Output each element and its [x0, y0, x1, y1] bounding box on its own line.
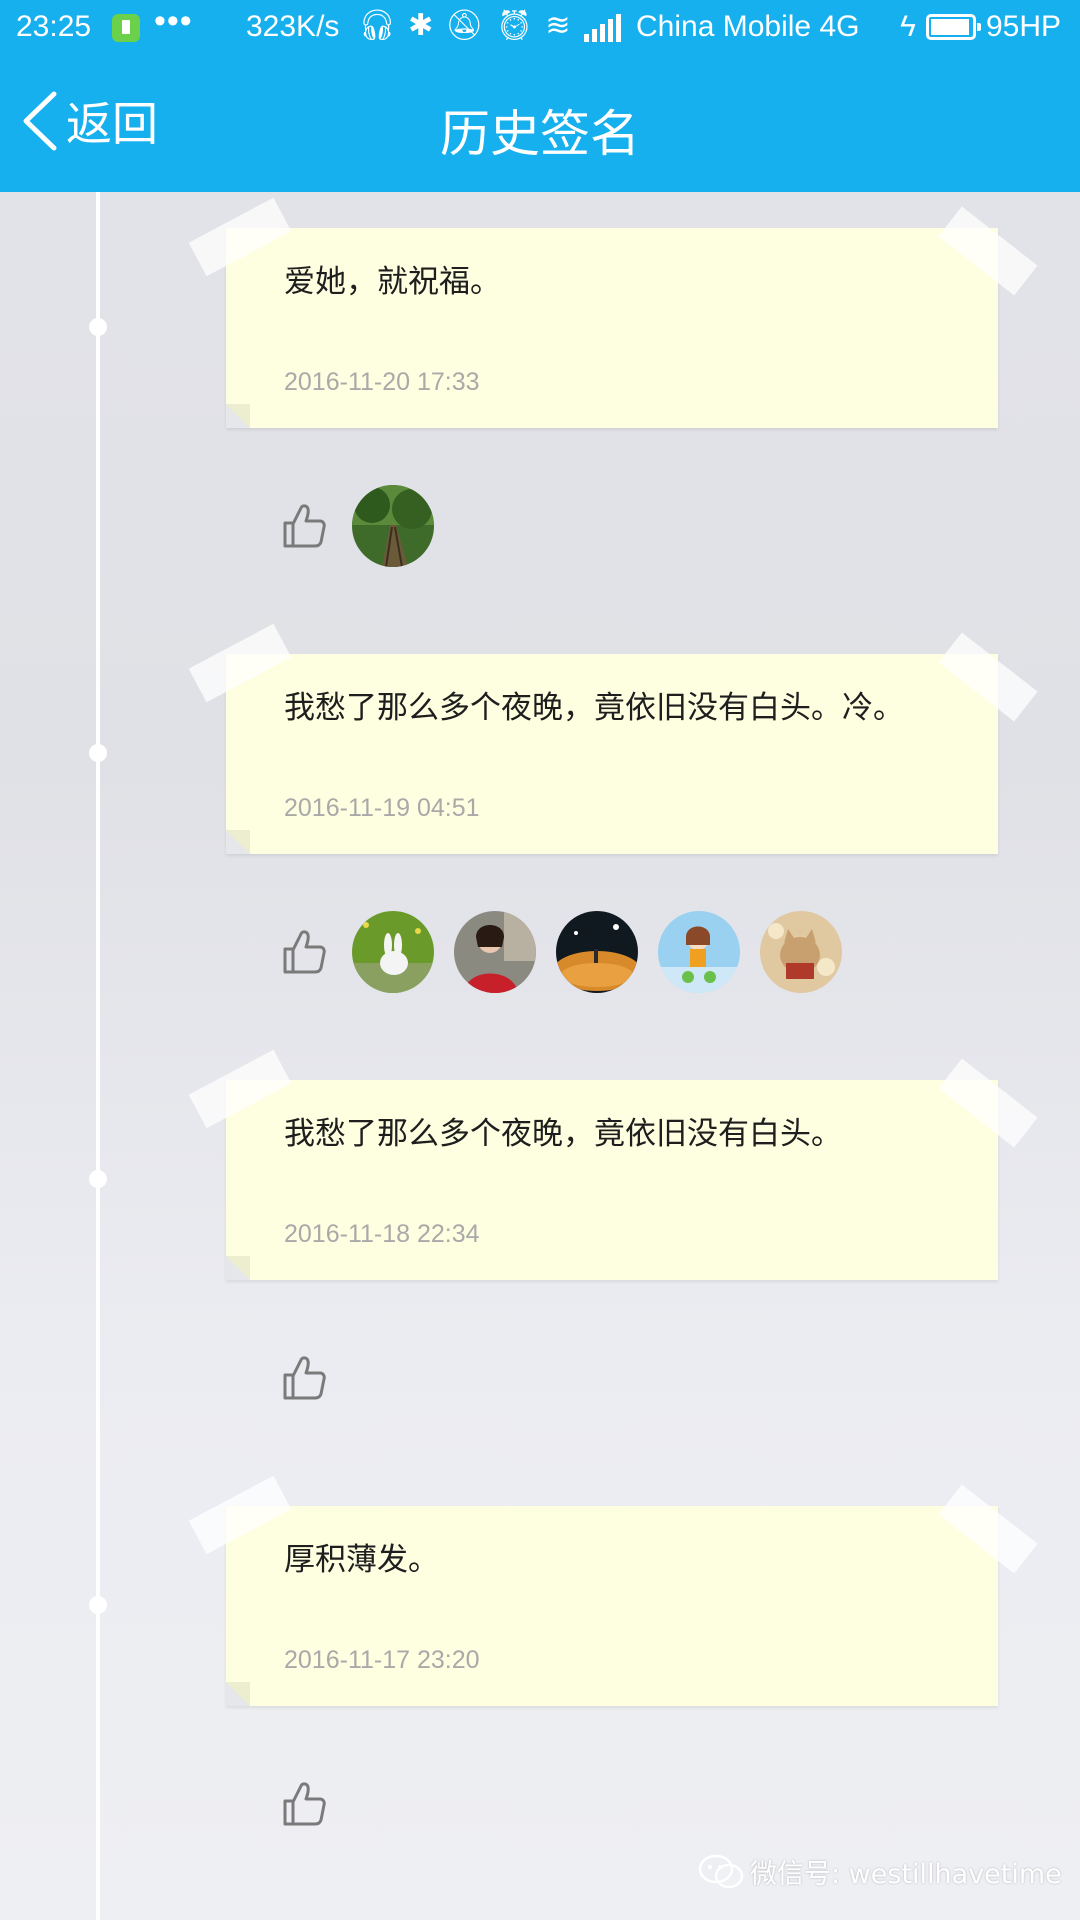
signature-text: 我愁了那么多个夜晚，竟依旧没有白头。冷。 [284, 690, 904, 726]
likes-row [282, 1762, 352, 1846]
signature-text: 爱她，就祝福。 [284, 264, 501, 300]
top-bar: 23:25 ••• 323K/s 🎧︎✱🔕︎⏰︎≋ China Mobile 4… [0, 0, 1080, 192]
tape-decoration [938, 1058, 1038, 1148]
page-fold-decoration [226, 1256, 250, 1280]
tape-decoration [938, 206, 1038, 296]
signature-card[interactable]: 我愁了那么多个夜晚，竟依旧没有白头。 2016-11-18 22:34 [188, 1049, 1038, 1280]
wifi-icon: ≋ [545, 9, 583, 42]
headphones-icon: 🎧︎ [358, 9, 409, 42]
bluetooth-icon: ✱ [408, 9, 446, 42]
thumbs-up-icon[interactable] [282, 1355, 326, 1401]
page-fold-decoration [226, 830, 250, 854]
tape-decoration [188, 1049, 292, 1129]
watermark-text: 微信号: westillhavetime [750, 1859, 1062, 1890]
girl-red-jacket-avatar[interactable] [454, 911, 536, 993]
wechat-watermark: 微信号: westillhavetime [698, 1852, 1062, 1891]
charging-icon: ϟ [900, 10, 916, 43]
more-notifications-icon: ••• [154, 2, 193, 40]
tape-decoration [188, 623, 292, 703]
signal-icon [584, 14, 622, 42]
thumbs-up-icon[interactable] [282, 929, 326, 975]
battery-icon [926, 14, 981, 40]
status-time: 23:25 [16, 10, 92, 43]
status-bar: 23:25 ••• 323K/s 🎧︎✱🔕︎⏰︎≋ China Mobile 4… [0, 0, 1080, 56]
signature-date: 2016-11-17 23:20 [284, 1646, 480, 1674]
status-icons: 🎧︎✱🔕︎⏰︎≋ [358, 8, 583, 43]
kitten-avatar[interactable] [760, 911, 842, 993]
signature-card[interactable]: 我愁了那么多个夜晚，竟依旧没有白头。冷。 2016-11-19 04:51 [188, 623, 1038, 854]
page-fold-decoration [226, 404, 250, 428]
battery-level: 95HP [986, 10, 1062, 43]
carrier-name: China Mobile 4G [636, 10, 859, 44]
likes-row [282, 1336, 352, 1420]
timeline-dot [89, 318, 107, 336]
thumbs-up-icon[interactable] [282, 1781, 326, 1827]
thumbs-up-icon[interactable] [282, 503, 326, 549]
vibrate-off-icon: 🔕︎ [445, 9, 496, 42]
signature-text: 厚积薄发。 [284, 1542, 439, 1578]
carrier-label: China Mobile [636, 10, 812, 43]
forest-railway-avatar[interactable] [352, 485, 434, 567]
timeline-dot [89, 744, 107, 762]
page-fold-decoration [226, 1682, 250, 1706]
signature-card[interactable]: 厚积薄发。 2016-11-17 23:20 [188, 1475, 1038, 1706]
signature-card[interactable]: 爱她，就祝福。 2016-11-20 17:33 [188, 197, 1038, 428]
likes-row [282, 484, 454, 568]
network-type: 4G [819, 10, 860, 43]
likes-row [282, 910, 862, 994]
cartoon-girl-avatar[interactable] [658, 911, 740, 993]
signature-date: 2016-11-20 17:33 [284, 368, 480, 396]
alarm-icon: ⏰︎ [495, 9, 546, 42]
navigation-bar: 返回 历史签名 [0, 56, 1080, 192]
timeline-dot [89, 1170, 107, 1188]
battery-saver-icon [112, 14, 140, 42]
network-speed: 323K/s [246, 10, 340, 43]
signature-date: 2016-11-18 22:34 [284, 1220, 480, 1248]
tape-decoration [188, 197, 292, 277]
tape-decoration [938, 632, 1038, 722]
timeline-line [96, 192, 100, 1920]
signature-date: 2016-11-19 04:51 [284, 794, 480, 822]
tape-decoration [938, 1484, 1038, 1574]
page-title: 历史签名 [440, 105, 640, 163]
signature-text: 我愁了那么多个夜晚，竟依旧没有白头。 [284, 1116, 842, 1152]
wechat-icon [698, 1854, 744, 1888]
tape-decoration [188, 1475, 292, 1555]
night-field-avatar[interactable] [556, 911, 638, 993]
timeline-dot [89, 1596, 107, 1614]
white-rabbit-avatar[interactable] [352, 911, 434, 993]
